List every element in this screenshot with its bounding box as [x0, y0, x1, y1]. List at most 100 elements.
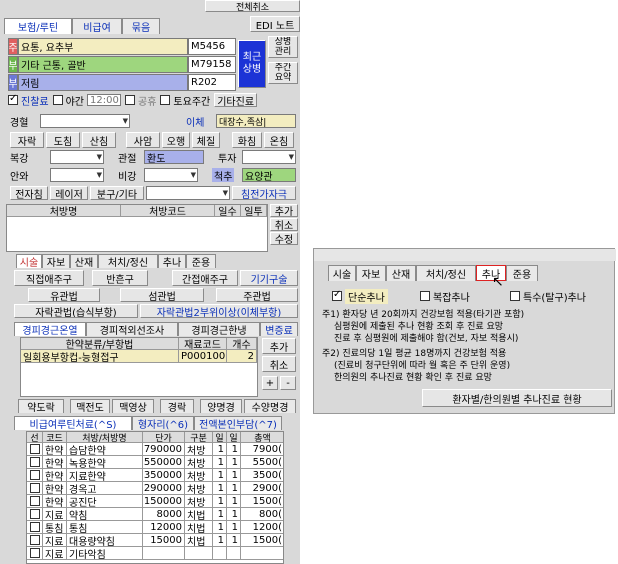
tab-su-yangmyeong[interactable]: 수양명경	[244, 399, 296, 414]
tab-chuna[interactable]: 추나	[158, 254, 186, 269]
cupping-button[interactable]: 유관법	[28, 288, 100, 302]
tab-differentiation[interactable]: 변증료	[260, 322, 298, 337]
simple-chuna-option[interactable]: 단순추나	[332, 288, 388, 304]
edi-note-button[interactable]: EDI 노트	[250, 16, 300, 32]
complex-chuna-checkbox[interactable]	[420, 291, 430, 301]
row-select-checkbox[interactable]	[27, 456, 43, 469]
proc-add-button[interactable]: 추가	[262, 338, 296, 354]
tab-applied[interactable]: 준용	[506, 265, 538, 281]
fire-needle-button[interactable]: 화침	[232, 132, 262, 148]
proc-minus-button[interactable]: -	[280, 376, 296, 390]
tab-bundle[interactable]: 묶음	[122, 18, 160, 34]
complex-chuna-option[interactable]: 복잡추나	[420, 289, 470, 304]
special-chuna-option[interactable]: 특수(탈구)추나	[510, 289, 586, 304]
laser-button[interactable]: 레이저	[50, 186, 88, 200]
diagnosis-code[interactable]: R202	[188, 74, 236, 91]
cancel-all-button[interactable]: 전체취소	[205, 0, 300, 12]
meridian-points-field[interactable]: 대장수,족삼|	[216, 114, 296, 128]
direct-moxa-button[interactable]: 직접애주구	[14, 270, 84, 286]
wet-cupping-button[interactable]: 자락관법(습식부항)	[14, 304, 138, 318]
warm-needle-button[interactable]: 온침	[264, 132, 294, 148]
proc-plus-button[interactable]: +	[262, 376, 278, 390]
saam-button[interactable]: 사암	[126, 132, 160, 148]
other-category-select[interactable]: ▼	[146, 186, 230, 200]
diagnosis-manage-button[interactable]: 상병 관리	[268, 36, 298, 58]
diagnosis-name[interactable]: 요통, 요추부	[18, 38, 188, 55]
sanchim-button[interactable]: 산침	[82, 132, 116, 148]
row-select-checkbox[interactable]	[27, 469, 43, 482]
wet-cupping-multi-button[interactable]: 자락관법2부위이상(이체부항)	[140, 304, 298, 318]
tab-noncovered[interactable]: 비급여	[72, 18, 122, 34]
tab-auto-insurance[interactable]: 자보	[356, 265, 386, 281]
row-select-checkbox[interactable]	[27, 495, 43, 508]
joint-select[interactable]: 환도	[144, 150, 204, 164]
holiday-checkbox[interactable]	[125, 95, 136, 105]
moving-cupping-button[interactable]: 주관법	[216, 288, 298, 302]
row-select-checkbox[interactable]	[27, 508, 43, 521]
proc-row-count[interactable]: 2	[227, 350, 257, 363]
row-select-checkbox[interactable]	[27, 443, 43, 456]
spine-select[interactable]: 요양관	[242, 168, 296, 182]
row-select-checkbox[interactable]	[27, 547, 43, 560]
indirect-moxa-button[interactable]: 간접애주구	[172, 270, 238, 286]
tab-meridian[interactable]: 경락	[160, 399, 194, 414]
weekly-summary-button[interactable]: 주간 요약	[268, 62, 298, 84]
tab-insurance-routine[interactable]: 보험/루틴	[4, 18, 72, 34]
flash-cupping-button[interactable]: 섬관법	[120, 288, 204, 302]
row-select-checkbox[interactable]	[27, 521, 43, 534]
simple-chuna-checkbox[interactable]	[332, 289, 342, 301]
chuna-status-button[interactable]: 환자별/한의원별 추나진료 현황	[422, 389, 612, 407]
tab-industrial[interactable]: 산재	[70, 254, 98, 269]
tab-procedure[interactable]: 시술	[16, 254, 42, 269]
tab-procedure[interactable]: 시술	[328, 265, 356, 281]
dochim-button[interactable]: 도침	[46, 132, 80, 148]
diagnosis-name[interactable]: 저림	[18, 74, 188, 91]
tab-infrared[interactable]: 경피적외선조사	[86, 322, 178, 337]
tab-pulse-conduction[interactable]: 맥전도	[70, 399, 110, 414]
proc-cancel-button[interactable]: 취소	[262, 356, 296, 372]
night-checkbox[interactable]	[52, 95, 63, 105]
tab-hyeongjari[interactable]: 형자리(^6)	[132, 416, 194, 431]
rx-add-button[interactable]: 추가	[270, 204, 298, 217]
other-care-button[interactable]: 기타진료	[214, 93, 258, 107]
diagnosis-name[interactable]: 기타 근통, 골반	[18, 56, 188, 73]
tab-applied[interactable]: 준용	[186, 254, 216, 269]
tab-auto-insurance[interactable]: 자보	[42, 254, 70, 269]
needle-stimulation-button[interactable]: 침전가자극	[232, 186, 296, 200]
row-select-checkbox[interactable]	[27, 534, 43, 547]
tab-cold[interactable]: 경피경근한냉	[178, 322, 260, 337]
rx-cancel-button[interactable]: 취소	[270, 218, 298, 231]
electro-needle-button[interactable]: 전자침	[10, 186, 48, 200]
tab-yangmyeong[interactable]: 양명경	[200, 399, 242, 414]
tab-full-copay[interactable]: 전액본인부담(^7)	[194, 416, 282, 431]
time-field[interactable]: 12:00	[87, 94, 122, 106]
tuja-select[interactable]: ▼	[242, 150, 296, 164]
tab-transdermal-heat[interactable]: 경피경근온열	[14, 322, 86, 337]
eye-select[interactable]: ▼	[50, 168, 104, 182]
rx-edit-button[interactable]: 수정	[270, 232, 298, 245]
first-visit-checkbox[interactable]	[8, 93, 18, 105]
tab-pulse-image[interactable]: 맥영상	[112, 399, 154, 414]
recent-diagnosis-button[interactable]: 최근 상병	[238, 40, 266, 88]
diagnosis-code[interactable]: M5456	[188, 38, 236, 55]
row-total: 1200(	[241, 521, 283, 534]
scar-moxa-button[interactable]: 반흔구	[92, 270, 148, 286]
abdominal-select[interactable]: ▼	[50, 150, 104, 164]
ohaeng-button[interactable]: 오행	[162, 132, 190, 148]
proc-row-name[interactable]: 일회용부항컵-능형접구	[21, 350, 179, 363]
constitution-button[interactable]: 체질	[192, 132, 220, 148]
meridian-select[interactable]: ▼	[40, 114, 130, 128]
saturday-checkbox[interactable]	[160, 95, 171, 105]
diagnosis-code[interactable]: M79158	[188, 56, 236, 73]
row-select-checkbox[interactable]	[27, 482, 43, 495]
tab-yangdorak[interactable]: 약도락	[18, 399, 64, 414]
device-moxa-button[interactable]: 기기구술	[240, 270, 298, 286]
special-chuna-checkbox[interactable]	[510, 291, 520, 301]
tab-treatment-mental[interactable]: 처치/정신	[98, 254, 158, 269]
tab-treatment-mental[interactable]: 처치/정신	[416, 265, 476, 281]
nasal-select[interactable]: ▼	[144, 168, 198, 182]
other-category-button[interactable]: 분구/기타	[90, 186, 144, 200]
jarak-button[interactable]: 자락	[10, 132, 44, 148]
tab-industrial[interactable]: 산재	[386, 265, 416, 281]
tab-noncovered-routine[interactable]: 비급여루틴처료(^S)	[14, 416, 132, 431]
